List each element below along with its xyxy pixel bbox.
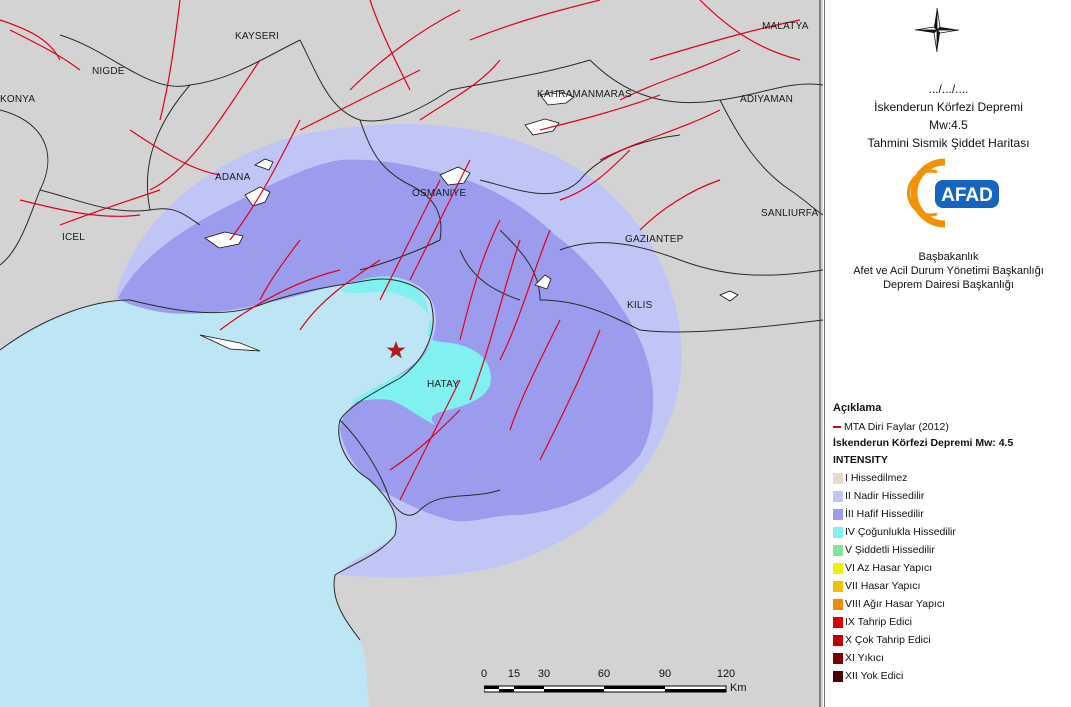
legend-class-row: İII Hafif Hissedilir bbox=[833, 505, 1068, 523]
scale-bar: 0 15 30 60 90 120 Km bbox=[478, 668, 768, 704]
scale-unit: Km bbox=[730, 682, 747, 694]
legend-swatch bbox=[833, 490, 843, 502]
legend-class-label: XII Yok Edici bbox=[845, 670, 904, 682]
agency-line-3: Deprem Dairesi Başkanlığı bbox=[883, 279, 1014, 291]
city-label-nigde: NIGDE bbox=[92, 66, 125, 77]
city-label-malatya: MALATYA bbox=[762, 21, 809, 32]
scale-bar-graphic bbox=[484, 685, 727, 693]
legend-class-row: VII Hasar Yapıcı bbox=[833, 577, 1068, 595]
legend-class-label: IV Çoğunlukla Hissedilir bbox=[845, 526, 956, 538]
legend-class-label: VIII Ağır Hasar Yapıcı bbox=[845, 598, 945, 610]
agency-block: Başbakanlık Afet ve Acil Durum Yönetimi … bbox=[825, 250, 1071, 292]
legend-class-row: XI Yıkıcı bbox=[833, 649, 1068, 667]
legend-class-label: V Şiddetli Hissedilir bbox=[845, 544, 935, 556]
legend-class-label: XI Yıkıcı bbox=[845, 652, 884, 664]
legend-class-label: VI Az Hasar Yapıcı bbox=[845, 562, 933, 574]
legend-event-label: İskenderun Körfezi Depremi Mw: 4.5 bbox=[833, 437, 1014, 449]
legend-swatch bbox=[833, 562, 843, 574]
map-info-panel: .../.../.... İskenderun Körfezi Depremi … bbox=[824, 0, 1071, 707]
city-label-osmaniye: OSMANIYE bbox=[412, 188, 467, 199]
legend-class-row: I Hissedilmez bbox=[833, 469, 1068, 487]
map-title: İskenderun Körfezi Depremi bbox=[874, 100, 1023, 114]
legend-swatch bbox=[833, 652, 843, 664]
city-label-kahramanmaras: KAHRAMANMARAS bbox=[537, 89, 632, 100]
scale-tick-15: 15 bbox=[507, 668, 521, 680]
legend-class-label: I Hissedilmez bbox=[845, 472, 908, 484]
legend-class-row: VI Az Hasar Yapıcı bbox=[833, 559, 1068, 577]
legend-fault-row: MTA Diri Faylar (2012) bbox=[833, 419, 1068, 435]
legend-class-label: İII Hafif Hissedilir bbox=[845, 508, 924, 520]
legend-swatch bbox=[833, 508, 843, 520]
map-canvas bbox=[0, 0, 823, 707]
legend-class-row: XII Yok Edici bbox=[833, 667, 1068, 685]
city-label-kilis: KILIS bbox=[627, 300, 653, 311]
scale-tick-120: 120 bbox=[716, 668, 736, 680]
legend-event-row: İskenderun Körfezi Depremi Mw: 4.5 bbox=[833, 435, 1068, 451]
city-label-kayseri: KAYSERI bbox=[235, 31, 280, 42]
map-view[interactable]: KAYSERI NIGDE KONYA ADANA OSMANIYE KAHRA… bbox=[0, 0, 823, 707]
scale-tick-90: 90 bbox=[658, 668, 672, 680]
map-date: .../.../.... bbox=[928, 82, 969, 96]
legend-swatch bbox=[833, 472, 843, 484]
legend: Açıklama MTA Diri Faylar (2012) İskender… bbox=[833, 402, 1068, 685]
legend-swatch bbox=[833, 526, 843, 538]
agency-line-1: Başbakanlık bbox=[918, 251, 979, 263]
map-title-block: .../.../.... İskenderun Körfezi Depremi … bbox=[825, 80, 1071, 152]
scale-tick-30: 30 bbox=[537, 668, 551, 680]
legend-swatch bbox=[833, 598, 843, 610]
legend-class-label: VII Hasar Yapıcı bbox=[845, 580, 921, 592]
fault-line-icon bbox=[833, 426, 841, 428]
legend-class-list: I Hissedilmez II Nadir Hissedilir İII Hafi… bbox=[833, 469, 1068, 685]
legend-swatch bbox=[833, 634, 843, 646]
city-label-adiyaman: ADIYAMAN bbox=[740, 94, 794, 105]
city-label-adana: ADANA bbox=[215, 172, 251, 183]
city-label-sanliurfa: SANLIURFA bbox=[761, 208, 819, 219]
legend-swatch bbox=[833, 670, 843, 682]
legend-intensity-header: INTENSITY bbox=[833, 454, 888, 466]
sea-area bbox=[0, 279, 434, 707]
map-magnitude: Mw:4.5 bbox=[929, 118, 968, 132]
city-label-icel: ICEL bbox=[62, 232, 86, 243]
agency-line-2: Afet ve Acil Durum Yönetimi Başkanlığı bbox=[853, 265, 1044, 277]
legend-swatch bbox=[833, 580, 843, 592]
legend-class-row: X Çok Tahrip Edici bbox=[833, 631, 1068, 649]
legend-class-row: II Nadir Hissedilir bbox=[833, 487, 1068, 505]
afad-logo-text: AFAD bbox=[941, 185, 993, 206]
legend-swatch bbox=[833, 616, 843, 628]
map-subtitle: Tahmini Sismik Şiddet Haritası bbox=[867, 136, 1030, 150]
city-label-hatay: HATAY bbox=[427, 379, 460, 390]
legend-fault-label: MTA Diri Faylar (2012) bbox=[844, 421, 949, 433]
scale-tick-60: 60 bbox=[597, 668, 611, 680]
legend-class-label: X Çok Tahrip Edici bbox=[845, 634, 931, 646]
legend-swatch bbox=[833, 544, 843, 556]
legend-class-label: IX Tahrip Edici bbox=[845, 616, 912, 628]
legend-class-row: IV Çoğunlukla Hissedilir bbox=[833, 523, 1068, 541]
city-label-konya: KONYA bbox=[0, 94, 36, 105]
legend-class-row: IX Tahrip Edici bbox=[833, 613, 1068, 631]
scale-tick-0: 0 bbox=[480, 668, 488, 680]
north-arrow-icon bbox=[914, 7, 960, 53]
legend-class-row: V Şiddetli Hissedilir bbox=[833, 541, 1068, 559]
afad-logo: AFAD bbox=[906, 158, 1003, 228]
legend-title: Açıklama bbox=[833, 402, 882, 414]
legend-class-label: II Nadir Hissedilir bbox=[845, 490, 925, 502]
legend-class-row: VIII Ağır Hasar Yapıcı bbox=[833, 595, 1068, 613]
city-label-gaziantep: GAZIANTEP bbox=[625, 234, 684, 245]
